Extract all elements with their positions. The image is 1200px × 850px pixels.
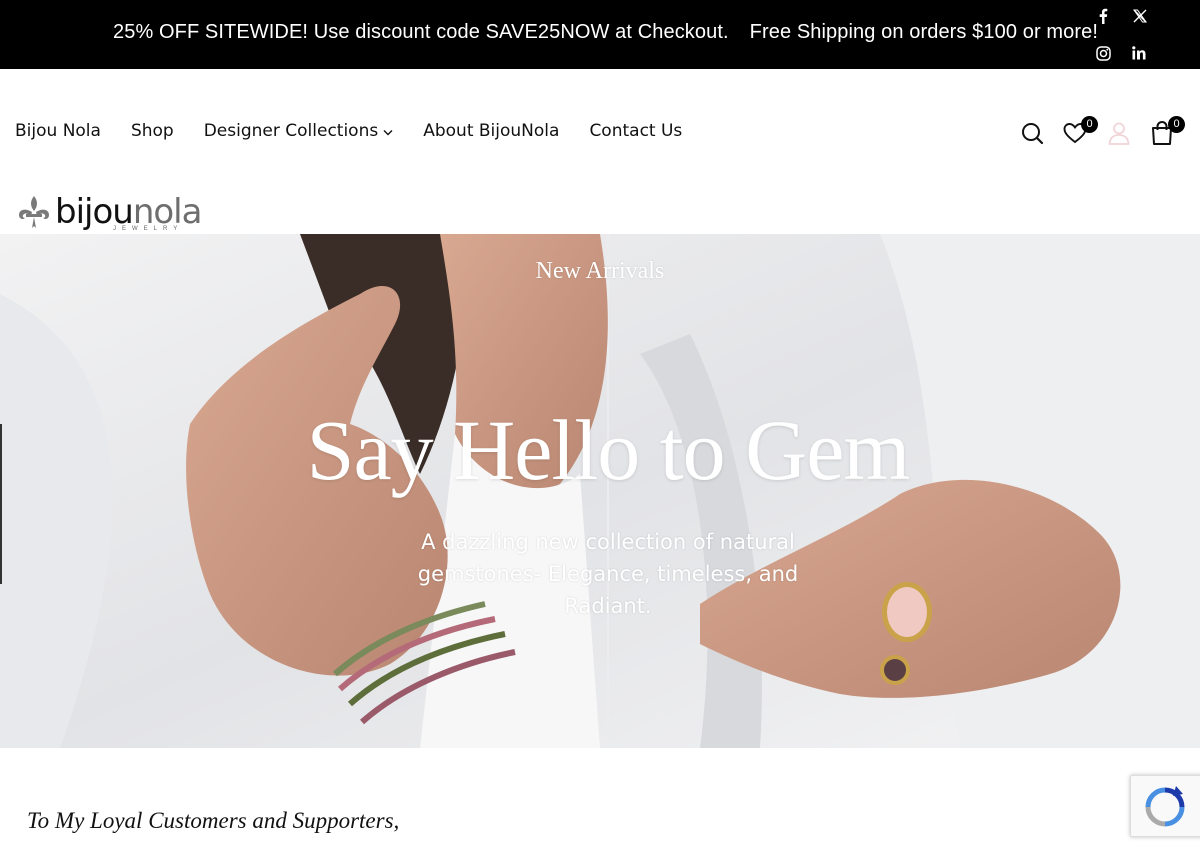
nav-item-contact[interactable]: Contact Us	[589, 121, 682, 141]
hero-eyebrow: New Arrivals	[535, 258, 665, 284]
nav-item-about[interactable]: About BijouNola	[423, 121, 559, 141]
nav-item-bijou-nola[interactable]: Bijou Nola	[15, 121, 101, 141]
nav-item-label: Bijou Nola	[15, 121, 101, 141]
hero-headline: Say Hello to Gem	[306, 402, 911, 498]
nav-item-shop[interactable]: Shop	[131, 121, 174, 141]
user-icon[interactable]	[1106, 120, 1132, 146]
announcement-text: 25% OFF SITEWIDE! Use discount code SAVE…	[113, 21, 1098, 44]
logo-tagline: JEWELRY	[113, 226, 184, 232]
linkedin-icon[interactable]	[1132, 46, 1148, 60]
main-nav: Bijou Nola Shop Designer Collections Abo…	[15, 121, 712, 141]
site-logo[interactable]: bijounola JEWELRY	[15, 193, 202, 235]
hero-banner[interactable]: New Arrivals Say Hello to Gem A dazzling…	[0, 234, 1200, 748]
announcement-bar: 25% OFF SITEWIDE! Use discount code SAVE…	[0, 0, 1200, 69]
letter-heading: To My Loyal Customers and Supporters,	[27, 808, 400, 833]
x-icon[interactable]	[1133, 9, 1147, 23]
promo-text: 25% OFF SITEWIDE! Use discount code SAVE…	[113, 21, 729, 43]
shipping-text: Free Shipping on orders $100 or more!	[749, 21, 1098, 43]
nav-item-designer-collections[interactable]: Designer Collections	[204, 121, 394, 141]
wishlist-count-badge: 0	[1081, 116, 1098, 133]
recaptcha-icon	[1131, 786, 1200, 842]
chevron-down-icon	[383, 121, 393, 141]
instagram-icon[interactable]	[1096, 46, 1111, 61]
facebook-icon[interactable]	[1097, 8, 1109, 24]
nav-item-label: Contact Us	[589, 121, 683, 141]
cart-count-badge: 0	[1168, 116, 1185, 133]
nav-item-label: Designer Collections	[203, 121, 379, 141]
fleur-de-lis-icon	[15, 193, 53, 235]
search-icon[interactable]	[1020, 120, 1046, 146]
recaptcha-badge[interactable]	[1130, 775, 1200, 837]
hero-subtitle: A dazzling new collection of natural gem…	[417, 530, 799, 618]
nav-item-label: Shop	[130, 121, 174, 141]
nav-item-label: About BijouNola	[423, 121, 560, 141]
